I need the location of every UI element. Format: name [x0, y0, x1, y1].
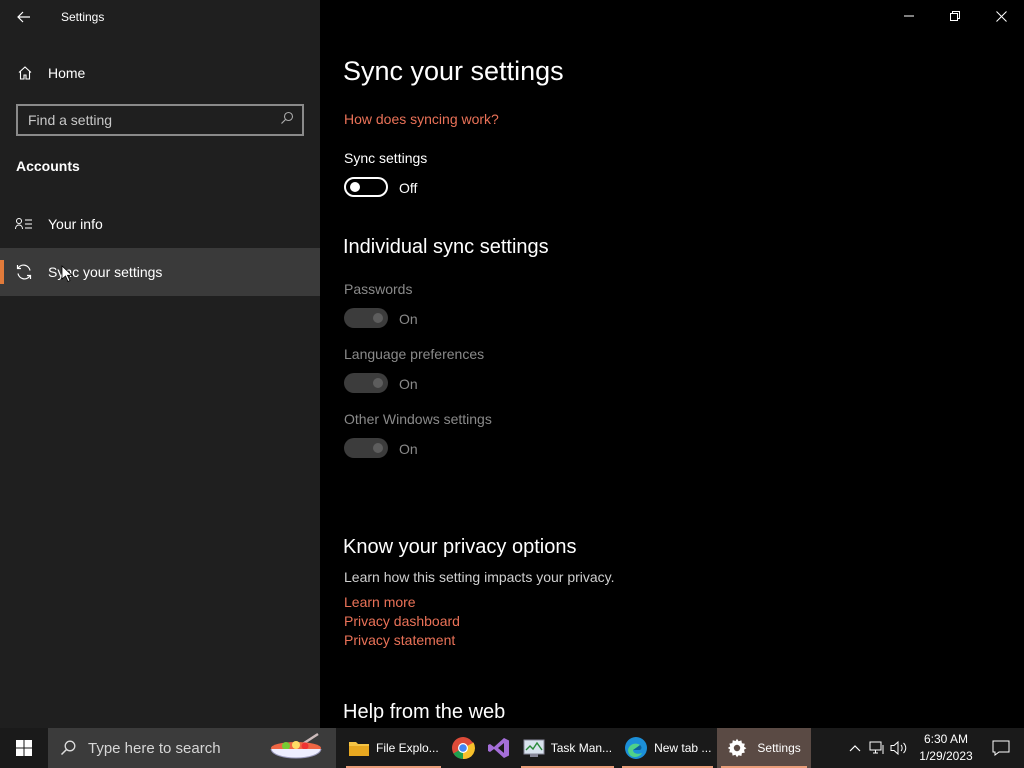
visual-studio-icon: [487, 738, 509, 758]
sidebar-item-sync-your-settings[interactable]: Sync your settings: [0, 248, 320, 296]
taskbar-clock[interactable]: 6:30 AM 1/29/2023: [914, 731, 978, 765]
taskbar-search-box[interactable]: Type here to search: [48, 728, 336, 768]
taskbar-app-label: New tab ...: [654, 741, 712, 755]
sidebar-item-your-info[interactable]: Your info: [0, 200, 320, 248]
find-setting-input[interactable]: [28, 112, 280, 128]
gear-icon: [728, 738, 747, 758]
privacy-dashboard-link[interactable]: Privacy dashboard: [344, 613, 460, 629]
person-list-icon: [0, 217, 48, 231]
volume-icon[interactable]: [888, 740, 910, 756]
chevron-up-icon[interactable]: [844, 744, 866, 752]
restore-button[interactable]: [932, 0, 978, 32]
folder-icon: [349, 742, 369, 756]
home-label: Home: [48, 65, 86, 81]
chrome-icon: [451, 737, 475, 760]
other-windows-settings-toggle[interactable]: [344, 438, 388, 458]
close-icon: [995, 10, 1007, 22]
home-icon: [0, 65, 50, 81]
individual-sync-heading: Individual sync settings: [343, 236, 549, 258]
taskbar-app-label: Task Man...: [550, 741, 613, 755]
taskbar-file-explorer[interactable]: File Explo...: [342, 728, 445, 768]
edge-icon: [625, 737, 648, 759]
food-bowl-icon: [270, 732, 322, 759]
privacy-statement-link[interactable]: Privacy statement: [344, 632, 455, 648]
system-tray: 6:30 AM 1/29/2023: [844, 728, 1024, 768]
taskbar-settings[interactable]: Settings: [717, 728, 811, 768]
minimize-icon: [904, 15, 914, 17]
sync-icon: [0, 263, 48, 281]
taskbar-visual-studio[interactable]: [481, 728, 517, 768]
back-arrow-icon: [17, 11, 30, 23]
clock-time: 6:30 AM: [923, 732, 969, 746]
mouse-cursor-icon: [61, 265, 73, 283]
search-icon[interactable]: [280, 111, 294, 130]
task-manager-icon: [523, 739, 545, 757]
close-button[interactable]: [978, 0, 1024, 32]
taskbar-search-placeholder: Type here to search: [88, 739, 221, 757]
network-icon[interactable]: [866, 740, 888, 756]
taskbar-app-label: File Explo...: [376, 741, 439, 755]
main-content: Sync your settings How does syncing work…: [320, 0, 1024, 728]
back-button[interactable]: [0, 0, 48, 34]
sidebar-section-accounts: Accounts: [16, 158, 80, 174]
help-heading: Help from the web: [343, 701, 506, 723]
sync-settings-label: Sync settings: [344, 150, 428, 166]
privacy-description: Learn how this setting impacts your priv…: [344, 569, 615, 585]
privacy-heading: Know your privacy options: [343, 536, 577, 558]
language-preferences-state: On: [399, 376, 418, 392]
other-windows-settings-label: Other Windows settings: [344, 411, 492, 427]
clock-date: 1/29/2023: [919, 749, 973, 763]
taskbar-app-label: Settings: [757, 741, 801, 755]
start-button[interactable]: [0, 728, 48, 768]
language-preferences-toggle[interactable]: [344, 373, 388, 393]
sidebar: Settings Home Accounts Your info Sync yo…: [0, 0, 320, 728]
minimize-button[interactable]: [886, 0, 932, 32]
sync-settings-toggle[interactable]: [344, 177, 388, 197]
windows-logo-icon: [16, 740, 32, 756]
title-bar: Settings: [0, 0, 320, 34]
find-setting-search[interactable]: [16, 104, 304, 136]
passwords-state: On: [399, 311, 418, 327]
page-title: Sync your settings: [343, 56, 564, 86]
sidebar-item-label: Your info: [48, 216, 103, 232]
notification-icon[interactable]: [978, 740, 1024, 756]
learn-more-link[interactable]: Learn more: [344, 594, 416, 610]
passwords-toggle[interactable]: [344, 308, 388, 328]
passwords-label: Passwords: [344, 281, 413, 297]
taskbar: Type here to search File Explo... Task M…: [0, 728, 1024, 768]
search-icon: [60, 740, 76, 756]
taskbar-task-manager[interactable]: Task Man...: [517, 728, 618, 768]
taskbar-edge[interactable]: New tab ...: [618, 728, 717, 768]
restore-icon: [950, 11, 960, 21]
window-controls: [886, 0, 1024, 32]
sync-settings-state: Off: [399, 180, 418, 196]
sidebar-item-home[interactable]: Home: [0, 54, 320, 92]
language-preferences-label: Language preferences: [344, 346, 485, 362]
window-title: Settings: [61, 10, 105, 24]
how-syncing-works-link[interactable]: How does syncing work?: [344, 111, 499, 127]
taskbar-chrome[interactable]: [445, 728, 481, 768]
other-windows-settings-state: On: [399, 441, 418, 457]
